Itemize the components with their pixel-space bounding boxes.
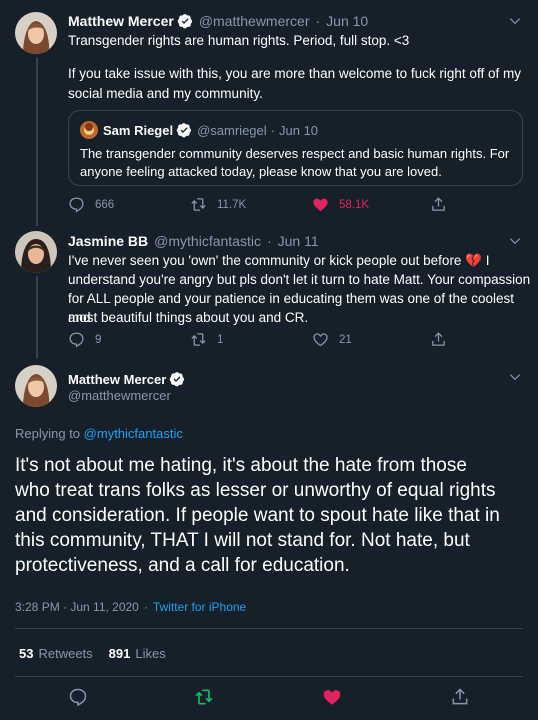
quote-author-handle: @samriegel [197,122,267,138]
reply-count: 666 [95,198,115,211]
avatar-image [15,12,57,54]
retweet-count: 1 [217,333,224,346]
separator-dot: · [270,122,275,138]
verified-icon [169,372,185,387]
divider [15,628,523,629]
quote-text-line: The transgender community deserves respe… [80,146,510,161]
heart-icon [313,333,328,347]
reply-icon [69,332,84,348]
author-name[interactable]: Matthew Mercer [68,372,166,387]
like-label[interactable]: Likes [135,646,165,661]
share-button[interactable] [430,331,457,348]
main-tweet-text: It's not about me hating, it's about the… [15,453,500,578]
verified-icon [176,123,192,138]
replying-to: Replying to @mythicfantastic [15,426,183,441]
main-retweet-button[interactable] [194,687,214,712]
tweet-text-line: this community, THAT I will not stand fo… [15,530,470,551]
like-button[interactable]: 21 [312,331,352,348]
thread-connector [36,276,38,358]
separator-dot: · [315,13,321,29]
tweet-header: Matthew Mercer @matthewmercer · Jun 10 [68,12,368,30]
verified-icon [177,14,192,29]
quote-header: Sam Riegel @samriegel · Jun 10 [103,121,318,139]
share-icon [432,197,445,211]
retweet-icon [195,689,213,705]
avatar-image [15,231,57,273]
main-share-button[interactable] [450,687,470,712]
retweet-icon [191,198,206,211]
share-icon [452,688,468,705]
retweet-button[interactable]: 11.7K [190,196,246,213]
like-count: 21 [339,333,352,346]
chevron-down-icon[interactable] [508,234,522,248]
tweet-text-line: most beautiful things about you and CR. [68,310,309,325]
reply-count: 9 [95,333,102,346]
tweet-text-line: social media and my community. [68,86,263,101]
avatar-image [80,121,98,139]
author-handle[interactable]: @matthewmercer [68,388,171,403]
tweet-text-line: If you take issue with this, you are mor… [68,66,521,81]
author-name[interactable]: Jasmine BB [68,233,148,249]
replying-prefix: Replying to [15,426,81,441]
reply-icon [69,688,87,707]
tweet-text-line: and consideration. If people want to spo… [15,505,500,526]
tweet-text-line: It's not about me hating, it's about the… [15,455,467,476]
main-like-button[interactable] [322,687,342,712]
heart-filled-icon [323,690,341,705]
quote-text-line: anyone feeling attacked today, please kn… [80,164,442,179]
quote-author-name: Sam Riegel [103,122,174,138]
like-count: 58.1K [339,198,370,211]
share-button[interactable] [430,196,457,213]
retweet-label[interactable]: Retweets [38,646,92,661]
retweet-count: 11.7K [217,198,247,211]
chevron-down-icon[interactable] [508,14,522,28]
thread-connector [36,58,38,226]
chevron-down-icon[interactable] [508,370,522,384]
heart-filled-icon [313,198,328,212]
tweet-meta: 3:28 PM · Jun 11, 2020 · Twitter for iPh… [15,600,246,614]
avatar[interactable] [15,365,57,407]
separator-dot: · [143,600,148,614]
like-total[interactable]: 891 [109,646,131,661]
tweet-header: Matthew Mercer [68,370,185,388]
avatar[interactable] [15,12,57,54]
tweet-source[interactable]: Twitter for iPhone [153,600,246,614]
tweet-header: Jasmine BB @mythicfantastic · Jun 11 [68,232,319,250]
share-icon [432,332,445,346]
author-name[interactable]: Matthew Mercer [68,13,174,29]
quote-date: Jun 10 [279,122,319,138]
retweet-icon [191,333,206,346]
reply-button[interactable]: 9 [68,331,101,348]
avatar-image [15,365,57,407]
divider [15,676,523,677]
tweet-date[interactable]: Jun 11 [278,233,319,249]
retweet-total[interactable]: 53 [19,646,33,661]
tweet-text-line: understand you're angry but pls don't le… [68,272,531,287]
avatar[interactable] [15,231,57,273]
engagement-stats: 53 Retweets 891 Likes [19,646,166,661]
quoted-tweet[interactable]: Sam Riegel @samriegel · Jun 10 The trans… [68,110,523,186]
tweet-text-line: Transgender rights are human rights. Per… [68,33,410,48]
avatar [80,121,98,139]
reply-icon [69,197,84,213]
tweet-date[interactable]: Jun 10 [326,13,368,29]
reply-button[interactable]: 666 [68,196,114,213]
tweet-text-line: I've never seen you 'own' the community … [68,253,490,268]
author-handle[interactable]: @mythicfantastic [154,233,261,249]
retweet-button[interactable]: 1 [190,331,223,348]
tweet-text-line: who treat trans folks as lesser or unwor… [15,480,496,501]
tweet-text-line: protectiveness, and a call for education… [15,555,350,576]
replying-to-handle[interactable]: @mythicfantastic [84,426,183,441]
like-button[interactable]: 58.1K [312,196,369,213]
author-handle[interactable]: @matthewmercer [199,13,310,29]
tweet-timestamp[interactable]: 3:28 PM · Jun 11, 2020 [15,600,139,614]
separator-dot: · [266,233,272,249]
main-reply-button[interactable] [68,687,88,712]
